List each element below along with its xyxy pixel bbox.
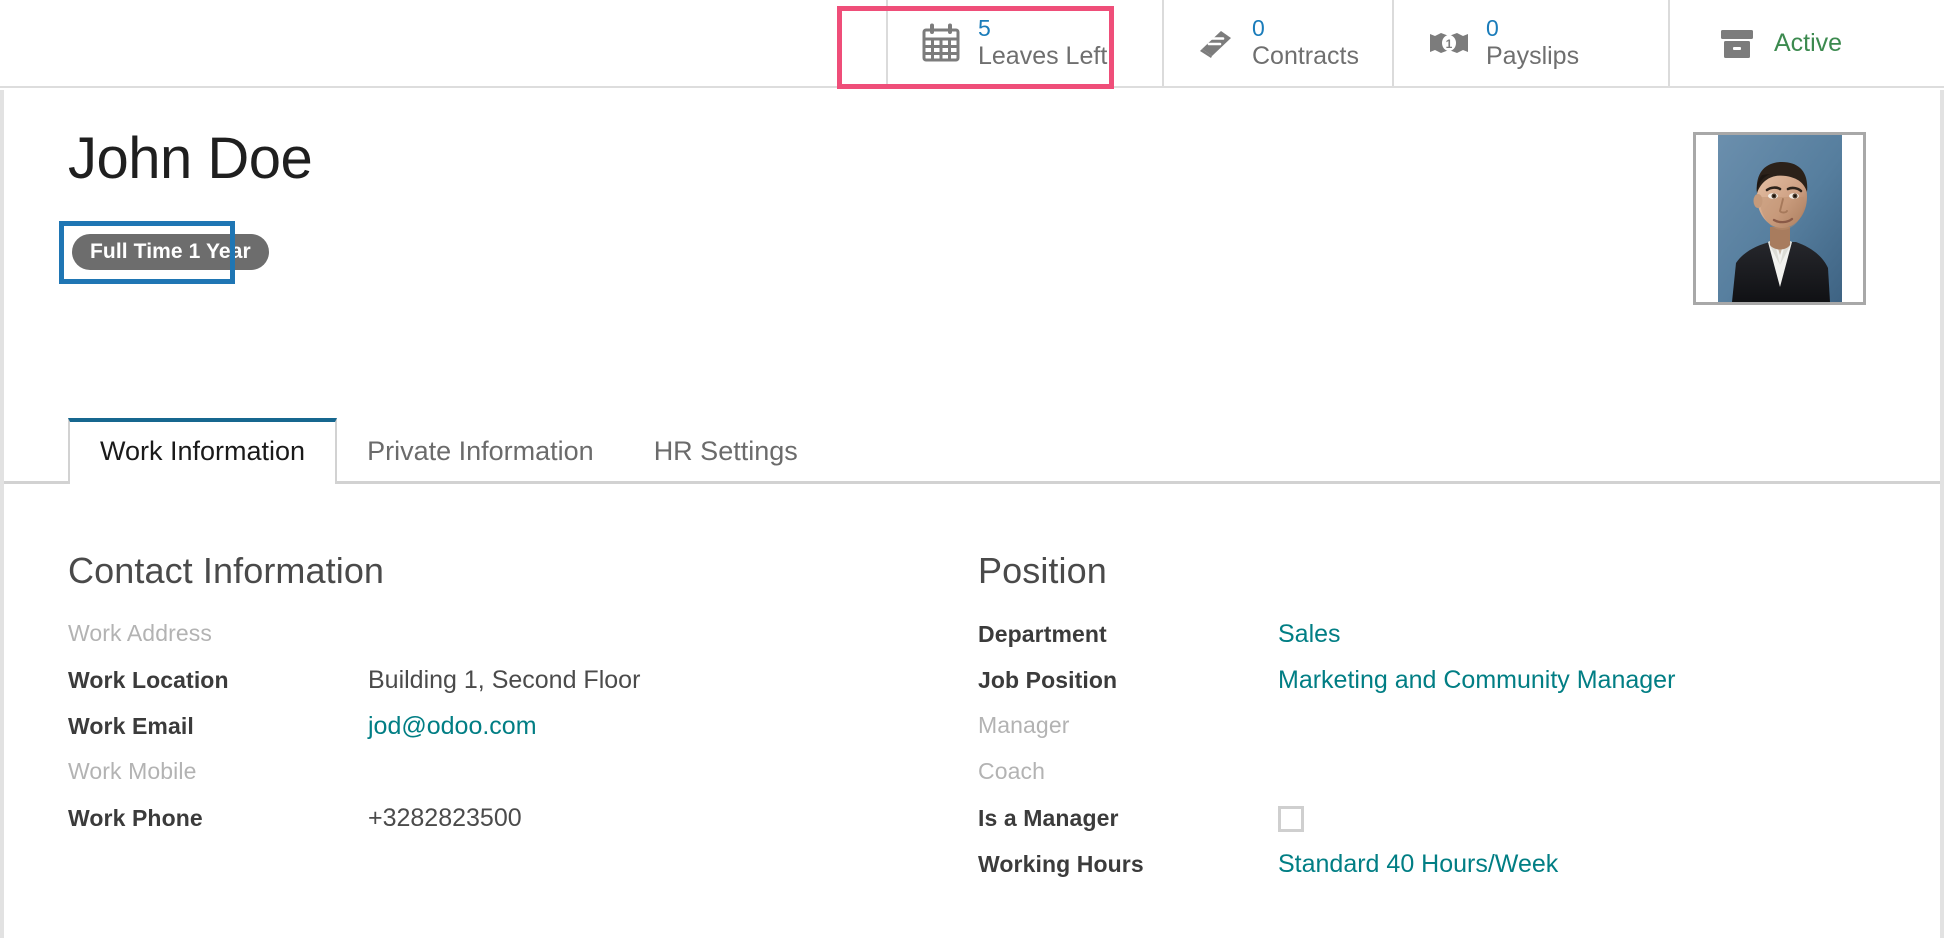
field-department: Department Sales xyxy=(978,620,1878,666)
field-value-working-hours[interactable]: Standard 40 Hours/Week xyxy=(1278,850,1558,879)
avatar-photo xyxy=(1717,135,1842,302)
stat-label-leaves-left: Leaves Left xyxy=(978,41,1108,70)
record-title-zone: John Doe Full Time 1 Year xyxy=(4,90,1940,330)
field-value-job-position[interactable]: Marketing and Community Manager xyxy=(1278,666,1675,695)
group-title-contact-information: Contact Information xyxy=(68,550,385,591)
field-label-job-position: Job Position xyxy=(978,667,1118,693)
tab-private-information[interactable]: Private Information xyxy=(337,421,624,481)
tab-content-work-information: Contact Information Work Address Work Lo… xyxy=(4,490,1940,896)
employee-form-page: 5 Leaves Left 0 Contracts 1 0 Payslips A… xyxy=(0,0,1944,938)
group-contact-information: Contact Information Work Address Work Lo… xyxy=(68,550,968,896)
field-value-work-email[interactable]: jod@odoo.com xyxy=(368,712,537,741)
stat-value-contracts: 0 xyxy=(1252,15,1265,42)
money-icon: 1 xyxy=(1426,20,1472,66)
box-icon xyxy=(1714,20,1760,66)
stat-value-leaves-left: 5 xyxy=(978,15,991,42)
field-is-a-manager: Is a Manager xyxy=(978,804,1878,850)
field-manager: Manager xyxy=(978,712,1878,758)
field-label-work-address: Work Address xyxy=(68,620,212,646)
book-icon xyxy=(1192,20,1238,66)
group-position: Position Department Sales Job Position M… xyxy=(978,550,1878,896)
stat-button-bar: 5 Leaves Left 0 Contracts 1 0 Payslips A… xyxy=(0,0,1944,88)
stat-button-leaves-left[interactable]: 5 Leaves Left xyxy=(886,0,1162,86)
stat-text-leaves-left: 5 Leaves Left xyxy=(978,15,1108,70)
stat-value-payslips: 0 xyxy=(1486,15,1499,42)
tab-label-private-information: Private Information xyxy=(367,436,594,466)
field-label-work-location: Work Location xyxy=(68,667,229,693)
stat-button-active-archive[interactable]: Active xyxy=(1668,0,1944,86)
field-label-work-phone: Work Phone xyxy=(68,805,203,831)
stat-label-payslips: Payslips xyxy=(1486,41,1580,70)
svg-text:1: 1 xyxy=(1446,37,1453,51)
group-title-position: Position xyxy=(978,550,1107,591)
is-a-manager-checkbox[interactable] xyxy=(1278,806,1304,833)
tab-label-hr-settings: HR Settings xyxy=(653,436,798,466)
page-title: John Doe xyxy=(68,126,313,191)
field-label-manager: Manager xyxy=(978,712,1070,738)
field-label-work-email: Work Email xyxy=(68,713,194,739)
field-value-work-location[interactable]: Building 1, Second Floor xyxy=(368,666,640,695)
field-label-working-hours: Working Hours xyxy=(978,851,1144,877)
field-value-is-a-manager xyxy=(1278,804,1304,833)
badge-wrapper: Full Time 1 Year xyxy=(72,234,269,270)
tab-label-work-information: Work Information xyxy=(100,436,306,466)
field-label-is-a-manager: Is a Manager xyxy=(978,805,1119,831)
field-work-phone: Work Phone +3282823500 xyxy=(68,804,968,850)
stat-text-payslips: 0 Payslips xyxy=(1486,15,1580,70)
field-work-location: Work Location Building 1, Second Floor xyxy=(68,666,968,712)
stat-text-contracts: 0 Contracts xyxy=(1252,15,1359,70)
tab-hr-settings[interactable]: HR Settings xyxy=(624,421,828,481)
calendar-icon xyxy=(918,20,964,66)
field-label-work-mobile: Work Mobile xyxy=(68,758,197,784)
field-working-hours: Working Hours Standard 40 Hours/Week xyxy=(978,850,1878,896)
stat-button-payslips[interactable]: 1 0 Payslips xyxy=(1392,0,1668,86)
field-value-work-phone[interactable]: +3282823500 xyxy=(368,804,522,833)
stat-label-active: Active xyxy=(1774,28,1843,57)
field-coach: Coach xyxy=(978,758,1878,804)
field-label-coach: Coach xyxy=(978,758,1045,784)
field-value-department[interactable]: Sales xyxy=(1278,620,1341,649)
field-work-mobile: Work Mobile xyxy=(68,758,968,804)
field-work-email: Work Email jod@odoo.com xyxy=(68,712,968,758)
field-label-department: Department xyxy=(978,621,1107,647)
record-body: John Doe Full Time 1 Year Work Informati… xyxy=(0,90,1944,938)
avatar[interactable] xyxy=(1693,132,1866,305)
field-job-position: Job Position Marketing and Community Man… xyxy=(978,666,1878,712)
tab-work-information[interactable]: Work Information xyxy=(68,418,338,484)
tab-bar: Work Information Private Information HR … xyxy=(4,418,1940,484)
stat-button-contracts[interactable]: 0 Contracts xyxy=(1162,0,1392,86)
status-badge[interactable]: Full Time 1 Year xyxy=(72,234,269,270)
stat-label-contracts: Contracts xyxy=(1252,41,1359,70)
field-work-address: Work Address xyxy=(68,620,968,666)
